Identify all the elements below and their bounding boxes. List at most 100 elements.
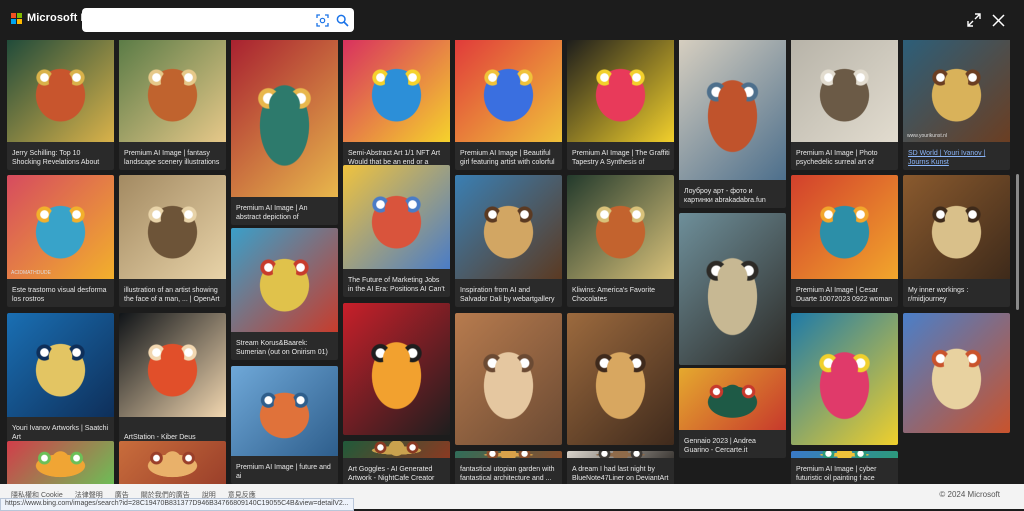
result-thumbnail[interactable] <box>903 38 1010 142</box>
result-image-card[interactable]: Premium AI Image | Cesar Duarte 10072023… <box>791 175 898 307</box>
result-image-card[interactable]: ACIDMATHDUDE Este trastorno visual desfor… <box>7 175 114 307</box>
visual-search-icon[interactable] <box>314 12 330 28</box>
result-thumbnail[interactable] <box>455 175 562 279</box>
result-image-card[interactable] <box>567 313 674 445</box>
result-image-card[interactable]: Premium AI Image | future and ai <box>231 366 338 484</box>
result-image-card[interactable]: Kliwins: America's Favorite Chocolates <box>567 175 674 307</box>
result-image-card[interactable] <box>791 313 898 445</box>
result-caption[interactable]: Este trastorno visual desforma los rostr… <box>12 286 110 304</box>
top-bar: Microsoft Bing <box>0 0 1024 40</box>
result-image-card[interactable]: Stream Korus&Baarek: Sumerian (out on On… <box>231 228 338 360</box>
result-image-card[interactable] <box>903 313 1010 433</box>
result-thumbnail[interactable] <box>119 313 226 417</box>
result-thumbnail[interactable] <box>343 165 450 269</box>
result-thumbnail[interactable] <box>903 313 1010 433</box>
result-image-card[interactable]: Jerry Schilling: Top 10 Shocking Revelat… <box>7 38 114 170</box>
result-thumbnail[interactable] <box>119 175 226 279</box>
result-image-card[interactable]: fantastical utopian garden with fantasti… <box>455 451 562 484</box>
close-icon[interactable] <box>989 11 1007 29</box>
result-caption[interactable]: Premium AI Image | Beautiful girl featur… <box>460 149 558 167</box>
result-caption[interactable]: The Future of Marketing Jobs in the AI E… <box>348 276 446 294</box>
result-thumbnail[interactable] <box>343 303 450 435</box>
result-caption[interactable]: A dream I had last night by BlueNote47Li… <box>572 465 670 483</box>
result-image-card[interactable]: Premium AI Image | Beautiful girl featur… <box>455 38 562 170</box>
result-image-card[interactable] <box>679 213 786 365</box>
result-image-card[interactable]: Art Goggles - AI Generated Artwork - Nig… <box>343 441 450 484</box>
result-thumbnail[interactable] <box>567 451 674 458</box>
result-thumbnail[interactable] <box>231 228 338 332</box>
result-caption[interactable]: Premium AI Image | Cesar Duarte 10072023… <box>796 286 894 304</box>
search-input[interactable] <box>90 11 306 31</box>
microsoft-logo-icon <box>11 12 22 24</box>
result-thumbnail[interactable] <box>7 38 114 142</box>
result-thumbnail[interactable] <box>679 213 786 365</box>
result-caption[interactable]: Premium AI Image | Photo psychedelic sur… <box>796 149 894 167</box>
result-caption[interactable]: Premium AI Image | The Graffiti Tapestry… <box>572 149 670 167</box>
result-caption[interactable]: illustration of an artist showing the fa… <box>124 286 222 304</box>
result-thumbnail[interactable] <box>231 38 338 197</box>
image-watermark: ACIDMATHDUDE <box>11 270 51 276</box>
result-thumbnail[interactable] <box>567 175 674 279</box>
result-caption[interactable]: My inner workings : r/midjourney <box>908 286 1006 304</box>
expand-icon[interactable] <box>965 11 983 29</box>
result-caption[interactable]: Premium AI Image | future and ai <box>236 463 334 481</box>
result-caption[interactable]: Лоуброу арт - фото и картинки abrakadabr… <box>684 187 782 205</box>
result-image-card[interactable]: www.yourikunst.nl SD World | Youri Ivanov… <box>903 38 1010 170</box>
result-image-card[interactable] <box>7 441 114 484</box>
search-icon[interactable] <box>334 12 350 28</box>
result-thumbnail[interactable] <box>7 313 114 417</box>
result-image-card[interactable]: Inspiration from AI and Salvador Dali by… <box>455 175 562 307</box>
result-thumbnail[interactable] <box>567 313 674 445</box>
result-image-card[interactable]: Premium AI Image | fantasy landscape sce… <box>119 38 226 170</box>
result-caption[interactable]: Stream Korus&Baarek: Sumerian (out on On… <box>236 339 334 357</box>
result-image-card[interactable] <box>455 313 562 445</box>
scrollbar[interactable] <box>1013 40 1021 484</box>
result-image-card[interactable]: illustration of an artist showing the fa… <box>119 175 226 307</box>
result-caption[interactable]: Youri Ivanov Artworks | Saatchi Art <box>12 424 110 442</box>
result-image-card[interactable]: Лоуброу арт - фото и картинки abrakadabr… <box>679 38 786 208</box>
result-image-card[interactable]: My inner workings : r/midjourney <box>903 175 1010 307</box>
result-caption[interactable]: Inspiration from AI and Salvador Dali by… <box>460 286 558 304</box>
result-thumbnail[interactable] <box>231 366 338 456</box>
result-caption[interactable]: Gennaio 2023 | Andrea Guarino - Cercarte… <box>684 437 782 455</box>
result-image-card[interactable]: Premium AI Image | An abstract depiction… <box>231 38 338 225</box>
result-caption[interactable]: Kliwins: America's Favorite Chocolates <box>572 286 670 304</box>
result-image-card[interactable]: Premium AI Image | Photo psychedelic sur… <box>791 38 898 170</box>
result-thumbnail[interactable] <box>791 451 898 458</box>
result-image-card[interactable]: Premium AI Image | cyber futuristic oil … <box>791 451 898 484</box>
result-thumbnail[interactable] <box>455 38 562 142</box>
result-image-card[interactable]: ArtStation - Kiber Deus <box>119 313 226 445</box>
result-image-card[interactable]: The Future of Marketing Jobs in the AI E… <box>343 165 450 297</box>
result-thumbnail[interactable] <box>119 38 226 142</box>
result-caption[interactable]: Premium AI Image | An abstract depiction… <box>236 204 334 222</box>
result-image-card[interactable]: Gennaio 2023 | Andrea Guarino - Cercarte… <box>679 368 786 458</box>
result-thumbnail[interactable] <box>343 38 450 142</box>
result-image-card[interactable]: Premium AI Image | The Graffiti Tapestry… <box>567 38 674 170</box>
result-image-card[interactable]: A dream I had last night by BlueNote47Li… <box>567 451 674 484</box>
result-image-card[interactable]: Semi-Abstract Art 1/1 NFT Art Would that… <box>343 38 450 170</box>
result-image-card[interactable] <box>119 441 226 484</box>
result-caption[interactable]: SD World | Youri Ivanov | Journs Kunst <box>908 149 1006 167</box>
result-thumbnail[interactable] <box>455 451 562 458</box>
copyright: © 2024 Microsoft <box>939 490 1000 499</box>
result-caption[interactable]: Premium AI Image | fantasy landscape sce… <box>124 149 222 167</box>
result-thumbnail[interactable] <box>903 175 1010 279</box>
result-caption[interactable]: Jerry Schilling: Top 10 Shocking Revelat… <box>12 149 110 167</box>
result-thumbnail[interactable] <box>7 175 114 279</box>
result-thumbnail[interactable] <box>791 38 898 142</box>
result-caption[interactable]: Premium AI Image | cyber futuristic oil … <box>796 465 894 483</box>
result-thumbnail[interactable] <box>791 175 898 279</box>
result-caption[interactable]: Art Goggles - AI Generated Artwork - Nig… <box>348 465 446 483</box>
result-caption[interactable]: fantastical utopian garden with fantasti… <box>460 465 558 483</box>
result-thumbnail[interactable] <box>119 441 226 484</box>
result-image-card[interactable] <box>343 303 450 435</box>
result-thumbnail[interactable] <box>679 368 786 430</box>
result-thumbnail[interactable] <box>567 38 674 142</box>
result-thumbnail[interactable] <box>7 441 114 484</box>
result-thumbnail[interactable] <box>679 38 786 180</box>
result-thumbnail[interactable] <box>343 441 450 458</box>
result-image-card[interactable]: Youri Ivanov Artworks | Saatchi Art <box>7 313 114 445</box>
result-thumbnail[interactable] <box>455 313 562 445</box>
result-thumbnail[interactable] <box>791 313 898 445</box>
scrollbar-thumb[interactable] <box>1016 174 1019 310</box>
